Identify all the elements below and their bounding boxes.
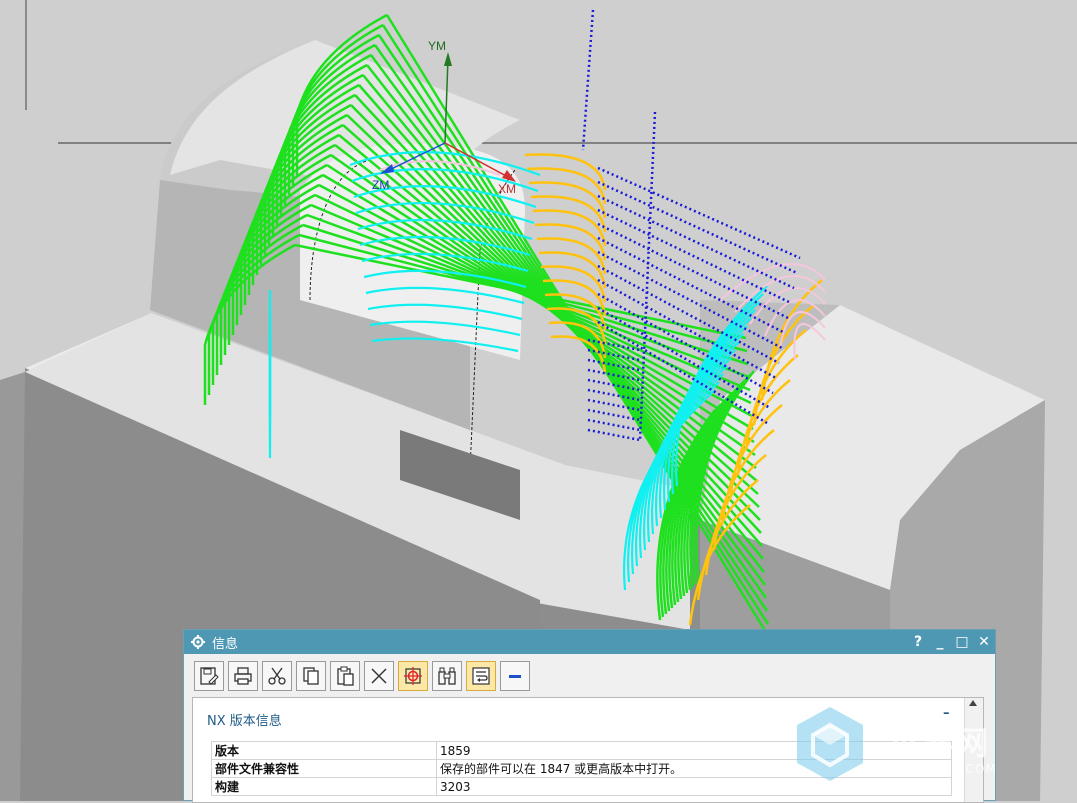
row-value: 1859 bbox=[436, 741, 952, 760]
collapse-all-button[interactable] bbox=[500, 661, 530, 691]
info-toolbar bbox=[194, 661, 530, 691]
table-row: 版本 1859 bbox=[211, 741, 952, 760]
axis-y-label: YM bbox=[428, 39, 446, 53]
section-title: NX 版本信息 bbox=[207, 714, 282, 729]
close-button[interactable]: ✕ bbox=[973, 634, 995, 650]
target-icon bbox=[404, 667, 422, 685]
paste-icon bbox=[337, 666, 354, 686]
save-button[interactable] bbox=[194, 661, 224, 691]
table-row: 构建 3203 bbox=[211, 777, 952, 796]
help-button[interactable]: ? bbox=[907, 634, 929, 650]
row-key: 构建 bbox=[211, 777, 437, 796]
gear-icon bbox=[190, 634, 206, 650]
version-info-table: 版本 1859 部件文件兼容性 保存的部件可以在 1847 或更高版本中打开。 … bbox=[211, 741, 952, 796]
target-button[interactable] bbox=[398, 661, 428, 691]
table-row: 部件文件兼容性 保存的部件可以在 1847 或更高版本中打开。 bbox=[211, 759, 952, 778]
cut-button[interactable] bbox=[262, 661, 292, 691]
watermark-subtext: SJV.COM bbox=[940, 762, 997, 776]
delete-button[interactable] bbox=[364, 661, 394, 691]
info-content[interactable]: NX 版本信息 – 版本 1859 部件文件兼容性 保存的部件可以在 1847 … bbox=[192, 697, 984, 803]
find-button[interactable] bbox=[432, 661, 462, 691]
copy-button[interactable] bbox=[296, 661, 326, 691]
maximize-button[interactable]: □ bbox=[951, 634, 973, 650]
word-wrap-button[interactable] bbox=[466, 661, 496, 691]
row-key: 部件文件兼容性 bbox=[211, 759, 437, 778]
print-icon bbox=[234, 667, 252, 685]
wrap-icon bbox=[472, 667, 490, 685]
row-key: 版本 bbox=[211, 741, 437, 760]
paste-button[interactable] bbox=[330, 661, 360, 691]
minus-icon bbox=[509, 675, 521, 678]
axis-x-label: XM bbox=[498, 182, 516, 196]
watermark-text: 世界网 bbox=[888, 724, 991, 762]
row-value: 3203 bbox=[436, 777, 952, 796]
minimize-button[interactable]: _ bbox=[929, 634, 951, 650]
info-title-bar[interactable]: 信息 ? _ □ ✕ bbox=[184, 630, 995, 654]
window-title: 信息 bbox=[212, 636, 239, 652]
axis-z-label: ZM bbox=[372, 178, 389, 192]
row-value: 保存的部件可以在 1847 或更高版本中打开。 bbox=[436, 759, 952, 778]
binoculars-icon bbox=[438, 667, 456, 685]
info-window[interactable]: 信息 ? _ □ ✕ NX 版本信息 – 版本 1859 部件文件兼容性 保存的… bbox=[183, 629, 996, 803]
save-icon bbox=[200, 667, 219, 685]
cut-icon bbox=[268, 667, 286, 685]
delete-icon bbox=[371, 668, 387, 684]
print-button[interactable] bbox=[228, 661, 258, 691]
scroll-up-arrow-icon[interactable] bbox=[969, 700, 977, 706]
copy-icon bbox=[303, 667, 319, 685]
